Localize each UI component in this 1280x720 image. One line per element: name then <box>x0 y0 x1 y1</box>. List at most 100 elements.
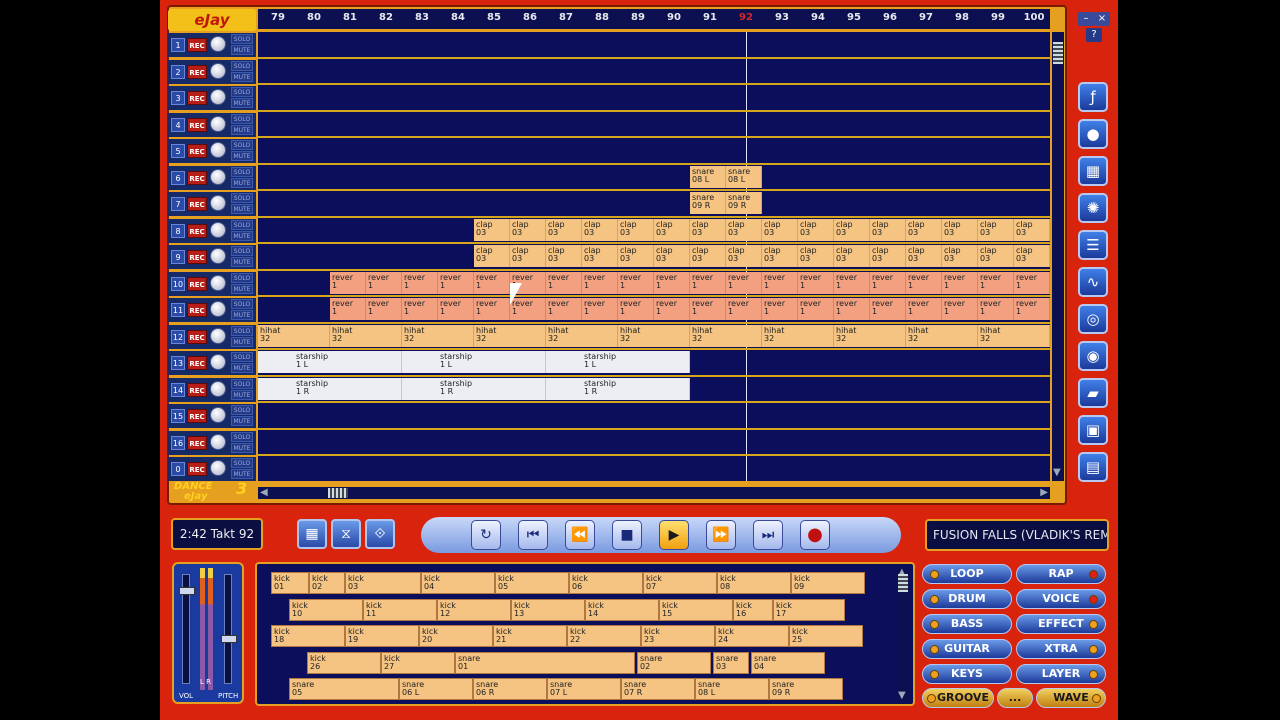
track-rec-button[interactable]: REC <box>187 303 207 317</box>
sample-tile[interactable]: kick 25 <box>789 625 863 647</box>
minimize-icon[interactable]: – <box>1078 12 1094 26</box>
track-solo-button[interactable]: SOLO <box>231 405 253 415</box>
track-rec-button[interactable]: REC <box>187 197 207 211</box>
arrangement-clip[interactable]: rever 1 <box>906 298 942 320</box>
arrangement-clip[interactable]: rever 1 <box>438 298 474 320</box>
track-rec-button[interactable]: REC <box>187 250 207 264</box>
arrangement-clip[interactable]: rever 1 <box>366 271 402 294</box>
track-volume-knob-icon[interactable] <box>210 195 226 211</box>
arrangement-clip[interactable]: rever 1 <box>654 271 690 294</box>
shapes-icon[interactable]: ● <box>1078 119 1108 149</box>
wave-icon[interactable]: ∿ <box>1078 267 1108 297</box>
sample-tile[interactable]: kick 01 <box>271 572 309 594</box>
track-solo-button[interactable]: SOLO <box>231 299 253 309</box>
sample-tile[interactable]: kick 12 <box>437 598 511 621</box>
sample-tile[interactable]: kick 10 <box>289 598 363 621</box>
track-solo-button[interactable]: SOLO <box>231 246 253 256</box>
arrangement-clip[interactable]: clap 03 <box>474 245 510 267</box>
fast-forward-button[interactable]: ⏩ <box>706 520 736 550</box>
volume-fader-knob[interactable] <box>179 587 195 595</box>
sample-tile[interactable]: snare 06 R <box>473 678 547 700</box>
arrangement-clip[interactable]: rever 1 <box>834 271 870 294</box>
arrangement-clip[interactable]: clap 03 <box>978 218 1014 241</box>
arrangement-clip[interactable]: rever 1 <box>474 271 510 294</box>
track-volume-knob-icon[interactable] <box>210 433 226 450</box>
track-mute-button[interactable]: MUTE <box>231 71 253 82</box>
arrangement-clip[interactable]: clap 03 <box>582 218 618 241</box>
track-volume-knob-icon[interactable] <box>210 354 226 370</box>
sample-tile[interactable]: snare 01 <box>455 651 635 674</box>
scroll-down-icon[interactable]: ▼ <box>1053 467 1061 479</box>
horizontal-scrollbar[interactable]: ◀ ▶ <box>258 487 1050 499</box>
track-mute-button[interactable]: MUTE <box>231 336 253 347</box>
sample-tile[interactable]: snare 07 L <box>547 678 621 700</box>
arrangement-clip[interactable]: clap 03 <box>654 245 690 267</box>
ruler-bar-number[interactable]: 90 <box>662 12 686 23</box>
arrangement-clip[interactable]: hihat 32 <box>978 324 1050 347</box>
arrangement-clip[interactable]: rever 1 <box>1014 271 1050 294</box>
track-rec-button[interactable]: REC <box>187 409 207 423</box>
bar-ruler[interactable]: 79 80 81 82 83 84 85 86 87 88 89 90 91 92 93 94 95 96 97 98… <box>258 9 1050 29</box>
sample-tile[interactable]: kick 21 <box>493 625 567 647</box>
grid-snap-button[interactable]: ▦ <box>297 519 327 549</box>
arrangement-clip[interactable]: clap 03 <box>618 218 654 241</box>
track-mute-button[interactable]: MUTE <box>231 416 253 426</box>
ruler-bar-number[interactable]: 91 <box>698 12 722 23</box>
ruler-bar-number[interactable]: 98 <box>950 12 974 23</box>
track-mute-button[interactable]: MUTE <box>231 204 253 214</box>
arrangement-clip[interactable]: rever 1 <box>690 298 726 320</box>
category-groove-button[interactable]: GROOVE <box>922 688 994 708</box>
save-icon[interactable]: ▣ <box>1078 415 1108 445</box>
arrangement-clip[interactable]: clap 03 <box>510 245 546 267</box>
spiral-icon[interactable]: ✺ <box>1078 193 1108 223</box>
arrangement-clip[interactable]: clap 03 <box>654 218 690 241</box>
category-wave-button[interactable]: WAVE <box>1036 688 1106 708</box>
ruler-bar-number[interactable]: 83 <box>410 12 434 23</box>
arrangement-clip[interactable]: rever 1 <box>330 298 366 320</box>
track-volume-knob-icon[interactable] <box>210 407 226 423</box>
arrangement-clip[interactable]: rever 1 <box>402 271 438 294</box>
track-solo-button[interactable]: SOLO <box>231 431 253 442</box>
arrangement-clip[interactable]: clap 03 <box>870 245 906 267</box>
track-rec-button[interactable]: REC <box>187 64 207 79</box>
close-icon[interactable]: × <box>1094 12 1110 26</box>
arrangement-clip[interactable]: rever 1 <box>978 271 1014 294</box>
rewind-button[interactable]: ⏪ <box>565 520 595 550</box>
sample-tile[interactable]: snare 05 <box>289 678 399 700</box>
pitch-fader-knob[interactable] <box>221 635 237 643</box>
track-solo-button[interactable]: SOLO <box>231 87 253 97</box>
arrangement-clip[interactable]: clap 03 <box>546 218 582 241</box>
document-icon[interactable]: ▤ <box>1078 452 1108 482</box>
track-mute-button[interactable]: MUTE <box>231 469 253 479</box>
category-rap-button[interactable]: RAP <box>1016 564 1106 584</box>
track-rec-button[interactable]: REC <box>187 356 207 370</box>
horizontal-scroll-thumb[interactable] <box>328 488 348 498</box>
ruler-bar-number[interactable]: 99 <box>986 12 1010 23</box>
pitch-fader[interactable] <box>221 574 237 684</box>
arrangement-clip[interactable]: hihat 32 <box>402 324 474 347</box>
arrangement-clip[interactable]: clap 03 <box>978 245 1014 267</box>
help-icon[interactable]: ? <box>1086 28 1102 42</box>
arrangement-clip[interactable]: rever 1 <box>834 298 870 320</box>
sample-tile[interactable]: kick 13 <box>511 598 585 621</box>
arrangement-clip[interactable]: clap 03 <box>690 218 726 241</box>
sample-tile[interactable]: kick 22 <box>567 625 641 647</box>
arrangement-clip[interactable]: rever 1 <box>618 271 654 294</box>
arrangement-clip[interactable]: clap 03 <box>474 218 510 241</box>
track-rec-button[interactable]: REC <box>187 38 207 52</box>
arrangement-clip[interactable]: clap 03 <box>834 245 870 267</box>
ruler-bar-number[interactable]: 79 <box>266 12 290 23</box>
arrangement-clip[interactable]: hihat 32 <box>762 324 834 347</box>
sample-tile[interactable]: kick 11 <box>363 598 437 621</box>
ruler-bar-number[interactable]: 93 <box>770 12 794 23</box>
stop-button[interactable]: ■ <box>612 520 642 550</box>
arrangement-clip[interactable]: clap 03 <box>942 218 978 241</box>
arrangement-clip[interactable]: rever 1 <box>798 271 834 294</box>
sample-tile[interactable]: snare 04 <box>751 651 825 674</box>
sample-scroll-down-icon[interactable]: ▼ <box>898 690 906 702</box>
track-rec-button[interactable]: REC <box>187 117 207 132</box>
arrangement-clip[interactable]: starship 1 L <box>402 351 546 373</box>
target-icon[interactable]: ◎ <box>1078 304 1108 334</box>
arrangement-clip[interactable]: clap 03 <box>762 218 798 241</box>
arrangement-clip[interactable]: clap 03 <box>834 218 870 241</box>
